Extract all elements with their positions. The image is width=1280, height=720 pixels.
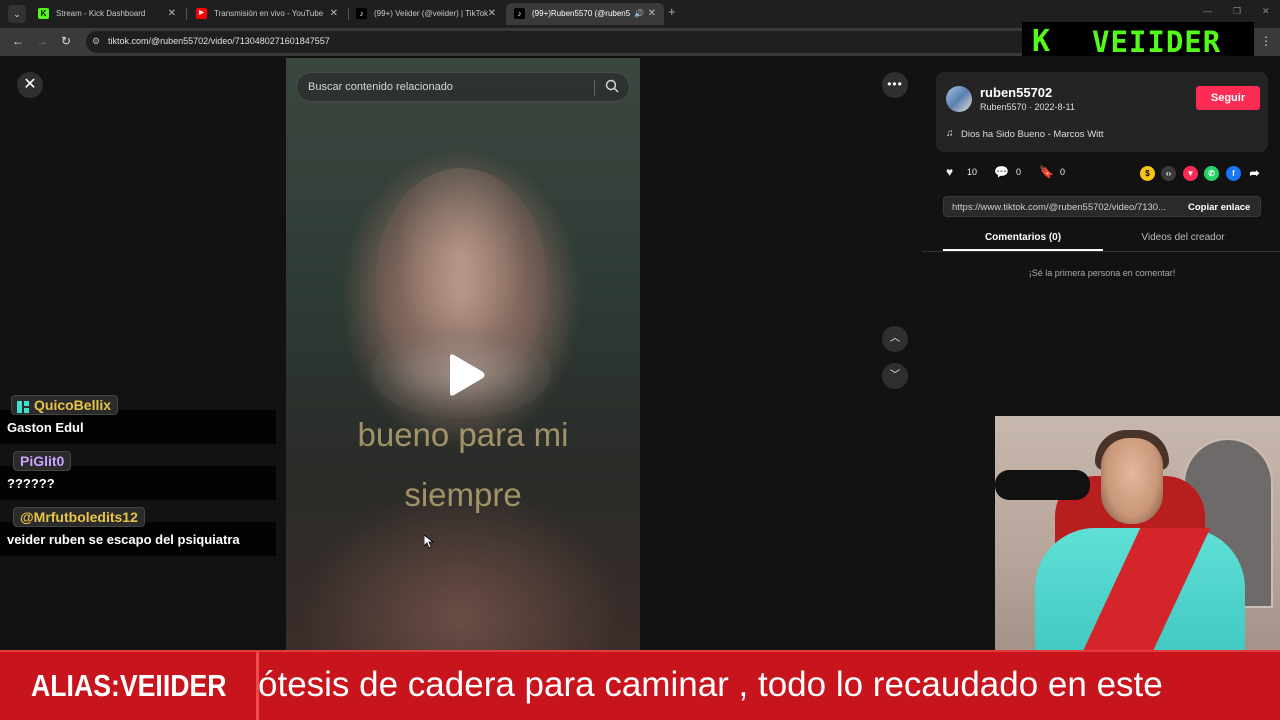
more-options-button[interactable]: ••• xyxy=(882,72,908,98)
music-note-icon: ♫ xyxy=(946,128,954,139)
tab-title: Stream - Kick Dashboard xyxy=(56,9,146,18)
chat-text: Gaston Edul xyxy=(7,420,84,435)
new-tab-button[interactable]: + xyxy=(668,4,676,19)
youtube-icon: ▶ xyxy=(196,8,207,19)
badge-icon xyxy=(17,399,29,413)
streamer-name: VEIIDER xyxy=(1092,25,1222,59)
share-icon[interactable]: ➦ xyxy=(1247,166,1262,181)
close-icon[interactable]: ✕ xyxy=(168,3,176,25)
tab-creator-videos[interactable]: Videos del creador xyxy=(1103,232,1263,243)
save-count: 0 xyxy=(1060,167,1066,177)
chat-username: PiGlit0 xyxy=(13,451,72,471)
tab-youtube[interactable]: ▶ Transmisión en vivo - YouTube ✕ xyxy=(188,3,346,25)
facebook-icon[interactable]: f xyxy=(1226,166,1241,181)
tab-title: (99+) Veiider (@veiider) | TikTok xyxy=(374,9,489,18)
comment-count: 0 xyxy=(1016,167,1022,177)
site-info-icon[interactable]: ⚙ xyxy=(92,36,100,47)
whatsapp-icon[interactable]: ✆ xyxy=(1204,166,1219,181)
music-title[interactable]: Dios ha Sido Bueno - Marcos Witt xyxy=(961,129,1104,140)
tab-search-button[interactable]: ⌄ xyxy=(8,5,26,23)
previous-video-button[interactable]: ︿ xyxy=(882,326,908,352)
play-icon[interactable] xyxy=(446,353,486,397)
empty-comments-message: ¡Sé la primera persona en comentar! xyxy=(1028,268,1176,278)
ticker-scroll-area: ótesis de cadera para caminar , todo lo … xyxy=(259,652,1280,720)
chat-username: QuicoBellix xyxy=(11,395,119,415)
tab-separator xyxy=(186,8,187,20)
tab-divider xyxy=(922,251,1280,252)
bookmark-icon[interactable]: 🔖 xyxy=(1039,165,1054,179)
video-caption-line1: bueno para mi xyxy=(357,416,569,453)
url-input[interactable]: ⚙ tiktok.com/@ruben55702/video/713048027… xyxy=(86,31,1096,53)
maximize-icon[interactable]: ❐ xyxy=(1233,6,1241,17)
tab-tiktok-veiider[interactable]: ♪ (99+) Veiider (@veiider) | TikTok ✕ xyxy=(348,3,504,25)
chat-text: ?????? xyxy=(7,476,55,491)
chat-text: veider ruben se escapo del psiquiatra xyxy=(7,532,240,547)
next-video-button[interactable]: ﹀ xyxy=(882,363,908,389)
search-icon[interactable] xyxy=(605,79,619,93)
chat-message: QuicoBellix Gaston Edul xyxy=(0,395,276,444)
kick-logo-letter: K xyxy=(1032,24,1051,59)
tab-title: (99+)Ruben5570 (@ruben5 xyxy=(532,9,631,18)
donation-ticker: ALIAS:VEIIDER ótesis de cadera para cami… xyxy=(0,650,1280,720)
url-text: tiktok.com/@ruben55702/video/71304802716… xyxy=(108,36,330,46)
close-video-button[interactable]: ✕ xyxy=(17,72,43,98)
share-link-text: https://www.tiktok.com/@ruben55702/video… xyxy=(952,202,1167,213)
search-placeholder: Buscar contenido relacionado xyxy=(308,81,453,93)
ticker-text: ótesis de cadera para caminar , todo lo … xyxy=(259,665,1163,704)
tiktok-icon: ♪ xyxy=(514,8,525,19)
webcam-microphone xyxy=(995,470,1090,500)
avatar[interactable] xyxy=(946,86,972,112)
speaker-icon[interactable]: 🔊 xyxy=(634,3,644,25)
webcam-feed xyxy=(995,416,1280,650)
search-divider xyxy=(594,80,595,96)
kick-icon: K xyxy=(38,8,49,19)
screen: ⌄ K Stream - Kick Dashboard ✕ ▶ Transmis… xyxy=(0,0,1280,720)
reload-icon[interactable]: ↻ xyxy=(58,34,74,48)
close-window-icon[interactable]: ✕ xyxy=(1262,6,1270,17)
copy-link-button[interactable]: Copiar enlace xyxy=(1188,202,1250,213)
video-caption-line2: siempre xyxy=(404,476,522,513)
forward-icon[interactable]: → xyxy=(34,34,50,48)
creator-card: ruben55702 Ruben5570 · 2022-8-11 Seguir … xyxy=(936,72,1268,152)
video-actions: ♥ 10 💬 0 🔖 0 $ ‹› ▼ ✆ f ➦ xyxy=(936,160,1268,188)
heart-icon[interactable]: ♥ xyxy=(946,165,953,179)
close-icon[interactable]: ✕ xyxy=(330,3,338,25)
send-icon[interactable]: ▼ xyxy=(1183,166,1198,181)
video-player[interactable]: Buscar contenido relacionado bueno para … xyxy=(286,58,640,650)
chat-username-text: QuicoBellix xyxy=(34,397,112,413)
chat-username: @Mrfutboledits12 xyxy=(13,507,145,527)
creator-nickname-date: Ruben5570 · 2022-8-11 xyxy=(980,102,1075,112)
browser-menu-icon[interactable]: ⋮ xyxy=(1260,34,1272,48)
embed-icon[interactable]: ‹› xyxy=(1161,166,1176,181)
minimize-icon[interactable]: — xyxy=(1203,6,1212,16)
back-icon[interactable]: ← xyxy=(10,34,26,48)
share-link-field[interactable]: https://www.tiktok.com/@ruben55702/video… xyxy=(943,196,1261,217)
like-count: 10 xyxy=(967,167,978,177)
webcam-face xyxy=(1101,438,1163,524)
tab-title: Transmisión en vivo - YouTube xyxy=(214,9,324,18)
chat-message: PiGlit0 ?????? xyxy=(0,451,276,500)
tab-comments[interactable]: Comentarios (0) xyxy=(943,232,1103,243)
tiktok-icon: ♪ xyxy=(356,8,367,19)
comment-icon[interactable]: 💬 xyxy=(994,165,1009,179)
ticker-alias: ALIAS:VEIIDER xyxy=(31,668,227,703)
chat-message: @Mrfutboledits12 veider ruben se escapo … xyxy=(0,507,276,556)
follow-button[interactable]: Seguir xyxy=(1196,86,1260,110)
creator-username[interactable]: ruben55702 xyxy=(980,85,1052,100)
search-input[interactable]: Buscar contenido relacionado xyxy=(296,72,630,102)
close-icon[interactable]: ✕ xyxy=(488,3,496,25)
tab-tiktok-ruben[interactable]: ♪ (99+)Ruben5570 (@ruben5 🔊 ✕ xyxy=(506,3,664,25)
close-icon[interactable]: ✕ xyxy=(648,3,656,25)
tab-kick-dashboard[interactable]: K Stream - Kick Dashboard ✕ xyxy=(30,3,184,25)
mouse-cursor-icon xyxy=(424,535,434,549)
coin-icon[interactable]: $ xyxy=(1140,166,1155,181)
